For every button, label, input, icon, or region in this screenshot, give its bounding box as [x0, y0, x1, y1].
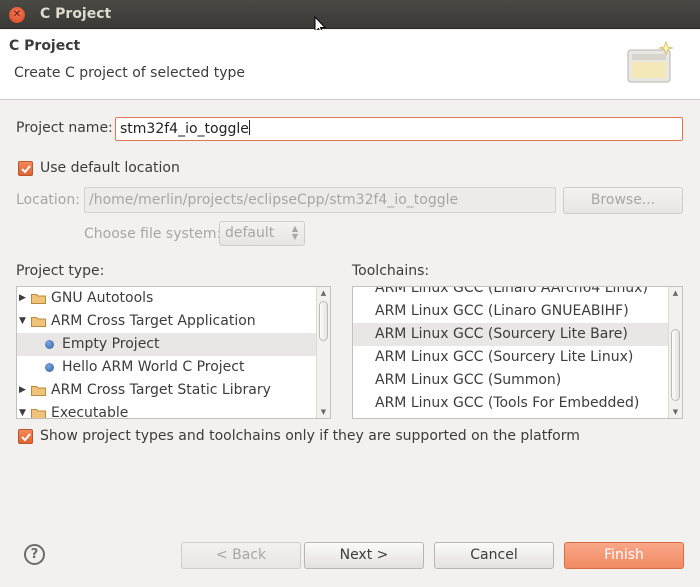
tree-item-label: ARM Cross Target Static Library: [51, 382, 271, 398]
header-subtitle: Create C project of selected type: [14, 65, 245, 81]
folder-icon: [31, 386, 46, 396]
project-name-input[interactable]: stm32f4_io_toggle: [115, 117, 683, 141]
scroll-down-icon[interactable]: ▼: [669, 406, 682, 418]
location-input[interactable]: /home/merlin/projects/eclipseCpp/stm32f4…: [84, 187, 556, 213]
collapse-arrow-icon[interactable]: ▼: [19, 402, 26, 418]
folder-icon: [31, 294, 46, 304]
toolchain-label: ARM Linux GCC (Tools For Embedded): [375, 395, 640, 411]
project-template-icon: [45, 363, 54, 372]
window-title: C Project: [40, 6, 112, 22]
toolchains-list[interactable]: ARM Linux GCC (Linaro AArch64 Linux) ARM…: [352, 286, 683, 419]
help-icon[interactable]: ?: [24, 544, 45, 565]
toolchain-item[interactable]: ARM Linux GCC (Tools For Embedded): [353, 392, 682, 415]
select-arrows-icon: ▲ ▼: [291, 224, 298, 241]
toolchains-label: Toolchains:: [352, 263, 430, 279]
finish-button[interactable]: Finish: [564, 542, 684, 569]
project-type-label: Project type:: [16, 263, 105, 279]
tree-item-label: Empty Project: [62, 336, 160, 352]
window-titlebar: ✕ C Project: [0, 0, 700, 35]
project-type-tree[interactable]: ▶ GNU Autotools ▼ ARM Cross Target Appli…: [16, 286, 331, 419]
toolchain-item[interactable]: ARM Linux GCC (Sourcery Lite Linux): [353, 346, 682, 369]
tree-item-arm-cross-target-application[interactable]: ▼ ARM Cross Target Application: [17, 310, 330, 333]
scrollbar-thumb[interactable]: [671, 329, 680, 401]
scroll-down-icon[interactable]: ▼: [317, 406, 330, 418]
expand-arrow-icon[interactable]: ▶: [19, 287, 26, 310]
project-name-label: Project name:: [16, 120, 113, 136]
toolchain-label: ARM Linux GCC (Summon): [375, 372, 562, 388]
tree-item-label: GNU Autotools: [51, 290, 154, 306]
expand-arrow-icon[interactable]: ▶: [19, 379, 26, 402]
header-title: C Project: [9, 38, 81, 54]
scrollbar-thumb[interactable]: [319, 301, 328, 341]
checkmark-icon: [21, 433, 31, 442]
text-caret: [248, 120, 250, 135]
folder-open-icon: [31, 409, 46, 418]
toolchain-label: ARM Linux GCC (Sourcery Lite Bare): [375, 326, 628, 342]
cancel-button[interactable]: Cancel: [434, 542, 554, 569]
toolchain-label: ARM Linux GCC (Linaro GNUEABIHF): [375, 303, 629, 319]
toolchain-item[interactable]: ARM Linux GCC (Linaro GNUEABIHF): [353, 300, 682, 323]
show-supported-checkbox[interactable]: [18, 429, 33, 444]
tree-item-gnu-autotools[interactable]: ▶ GNU Autotools: [17, 287, 330, 310]
show-supported-label: Show project types and toolchains only i…: [40, 428, 580, 444]
toolchain-item[interactable]: ARM Linux GCC (Summon): [353, 369, 682, 392]
folder-open-icon: [31, 317, 46, 327]
toolchain-label: ARM Linux GCC (Linaro AArch64 Linux): [375, 286, 648, 296]
scroll-up-icon[interactable]: ▲: [669, 287, 682, 299]
new-project-wizard-icon: [627, 40, 674, 83]
use-default-location-checkbox[interactable]: [18, 161, 33, 176]
tree-item-empty-project[interactable]: Empty Project: [17, 333, 330, 356]
location-label: Location:: [16, 192, 80, 208]
tree-item-label: Hello ARM World C Project: [62, 359, 245, 375]
toolchain-label: ARM Linux GCC (Sourcery Lite Linux): [375, 349, 634, 365]
wizard-header: C Project Create C project of selected t…: [0, 30, 700, 100]
close-icon[interactable]: ✕: [9, 7, 25, 23]
scroll-up-icon[interactable]: ▲: [317, 287, 330, 299]
file-system-value: default: [225, 225, 275, 241]
collapse-arrow-icon[interactable]: ▼: [19, 310, 26, 333]
file-system-select[interactable]: default ▲ ▼: [219, 221, 305, 246]
toolchains-scrollbar[interactable]: ▲ ▼: [668, 287, 682, 418]
tree-item-label: ARM Cross Target Application: [51, 313, 256, 329]
tree-item-executable[interactable]: ▼ Executable: [17, 402, 330, 419]
checkmark-icon: [21, 165, 31, 174]
toolchain-item[interactable]: ARM Linux GCC (Linaro AArch64 Linux): [353, 286, 682, 300]
tree-item-hello-arm-world[interactable]: Hello ARM World C Project: [17, 356, 330, 379]
back-button[interactable]: < Back: [181, 542, 301, 569]
project-type-scrollbar[interactable]: ▲ ▼: [316, 287, 330, 418]
project-template-icon: [45, 340, 54, 349]
tree-item-arm-cross-target-static-library[interactable]: ▶ ARM Cross Target Static Library: [17, 379, 330, 402]
toolchain-item-selected[interactable]: ARM Linux GCC (Sourcery Lite Bare): [353, 323, 682, 346]
browse-button[interactable]: Browse...: [563, 187, 683, 214]
file-system-label: Choose file system:: [84, 226, 222, 242]
use-default-location-label: Use default location: [40, 160, 180, 176]
next-button[interactable]: Next >: [304, 542, 424, 569]
tree-item-label: Executable: [51, 405, 129, 419]
project-name-value: stm32f4_io_toggle: [120, 121, 249, 137]
